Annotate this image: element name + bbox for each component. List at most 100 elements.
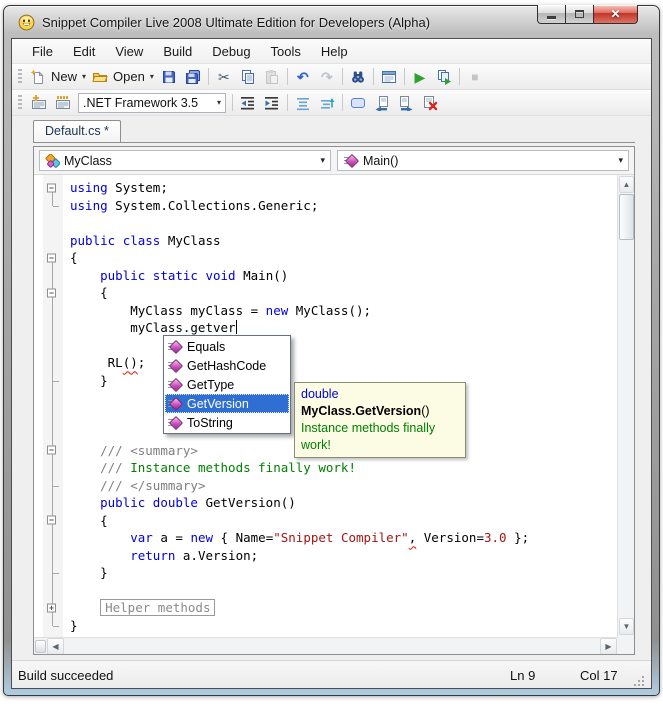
open-dropdown-icon[interactable]: ▾ bbox=[150, 72, 154, 81]
fold-marker-line bbox=[44, 319, 61, 337]
code-line[interactable]: − { bbox=[34, 511, 617, 530]
code-line[interactable]: MyClass myClass = new MyClass(); bbox=[34, 301, 617, 320]
find-button[interactable] bbox=[346, 66, 370, 88]
code-line[interactable]: + Helper methods bbox=[34, 599, 617, 617]
fold-marker-plus2[interactable]: + bbox=[44, 599, 61, 617]
redo-button[interactable]: ↷ bbox=[315, 66, 339, 88]
intellisense-item-tostring[interactable]: ToString bbox=[165, 413, 289, 432]
fold-marker-minus2[interactable]: − bbox=[44, 511, 61, 530]
run-button[interactable]: ▶ bbox=[408, 66, 432, 88]
vertical-scroll-thumb[interactable] bbox=[619, 194, 634, 240]
member-selector-combo[interactable]: Main() ▾ bbox=[337, 150, 629, 171]
code-line[interactable]: −{ bbox=[34, 249, 617, 267]
menu-tools[interactable]: Tools bbox=[261, 41, 311, 62]
code-line[interactable]: − using System; bbox=[34, 179, 617, 197]
caption-buttons: ✕ bbox=[537, 5, 638, 24]
intellisense-item-gettype[interactable]: GetType bbox=[165, 375, 289, 394]
toolbar-separator bbox=[232, 94, 233, 111]
menu-file[interactable]: File bbox=[22, 41, 63, 62]
code-line[interactable]: } bbox=[34, 616, 617, 635]
run-selection-button[interactable] bbox=[432, 66, 456, 88]
menu-edit[interactable]: Edit bbox=[63, 41, 105, 62]
insert-snippet-icon bbox=[31, 94, 47, 111]
minimize-button[interactable] bbox=[537, 5, 566, 24]
code-text: public class MyClass bbox=[70, 232, 221, 248]
code-area[interactable]: − using System; using System.Collections.G… bbox=[34, 175, 634, 654]
new-button[interactable]: New ▾ bbox=[27, 66, 89, 88]
code-line[interactable] bbox=[34, 214, 617, 232]
code-line[interactable]: using System.Collections.Generic; bbox=[34, 196, 617, 215]
code-text: RL(); bbox=[70, 355, 146, 371]
tab-strip-rule bbox=[33, 142, 635, 143]
resize-grip[interactable] bbox=[632, 674, 645, 687]
outdent-button[interactable] bbox=[236, 92, 260, 114]
paste-button[interactable] bbox=[260, 66, 284, 88]
new-dropdown-icon[interactable]: ▾ bbox=[82, 72, 86, 81]
output-window-button[interactable] bbox=[377, 66, 401, 88]
cut-button[interactable]: ✂ bbox=[212, 66, 236, 88]
menu-help[interactable]: Help bbox=[311, 41, 358, 62]
type-selector-combo[interactable]: MyClass ▾ bbox=[39, 150, 331, 171]
scroll-up-button[interactable]: ▲ bbox=[619, 176, 634, 193]
undo-button[interactable]: ↶ bbox=[291, 66, 315, 88]
menu-debug[interactable]: Debug bbox=[202, 41, 260, 62]
code-line[interactable]: public class MyClass bbox=[34, 232, 617, 250]
menu-view[interactable]: View bbox=[105, 41, 153, 62]
indent-button[interactable] bbox=[260, 92, 284, 114]
save-button[interactable] bbox=[157, 66, 181, 88]
format-selection-button[interactable] bbox=[291, 92, 315, 114]
code-line[interactable]: − { bbox=[34, 284, 617, 302]
intellisense-item-gethashcode[interactable]: GetHashCode bbox=[165, 356, 289, 375]
code-text: /// </summary> bbox=[100, 477, 206, 493]
surround-with-snippet-button[interactable] bbox=[51, 92, 75, 114]
code-line[interactable]: } bbox=[34, 564, 617, 582]
previous-document-button[interactable] bbox=[370, 92, 394, 114]
code-line[interactable]: /// Instance methods finally work! bbox=[34, 459, 617, 477]
stop-button[interactable]: ■ bbox=[463, 66, 487, 88]
code-line[interactable]: /// </summary> bbox=[34, 476, 617, 495]
code-line[interactable]: RL(); bbox=[34, 354, 617, 372]
fold-marker-tick bbox=[44, 476, 61, 495]
fold-marker-line bbox=[44, 406, 61, 425]
fold-marker-minus[interactable]: − bbox=[44, 179, 61, 197]
code-line[interactable]: var a = new { Name="Snippet Compiler", V… bbox=[34, 529, 617, 547]
close-button[interactable]: ✕ bbox=[593, 5, 638, 24]
next-document-button[interactable] bbox=[394, 92, 418, 114]
fold-marker-minus[interactable]: − bbox=[44, 249, 61, 267]
menu-build[interactable]: Build bbox=[153, 41, 202, 62]
maximize-button[interactable] bbox=[565, 5, 594, 24]
toolbar-grip[interactable] bbox=[18, 94, 22, 111]
code-line[interactable] bbox=[34, 336, 617, 355]
intellisense-item-equals[interactable]: Equals bbox=[165, 337, 289, 356]
format-document-button[interactable] bbox=[315, 92, 339, 114]
scroll-down-button[interactable]: ▼ bbox=[619, 618, 634, 635]
splitter-box[interactable] bbox=[35, 639, 46, 653]
fold-marker-minus2[interactable]: − bbox=[44, 441, 61, 460]
horizontal-scrollbar[interactable]: ◀ ▶ bbox=[34, 637, 617, 654]
scroll-right-button[interactable]: ▶ bbox=[600, 637, 617, 654]
code-line[interactable]: myClass.getver bbox=[34, 319, 617, 337]
code-line[interactable]: return a.Version; bbox=[34, 546, 617, 565]
copy-button[interactable] bbox=[236, 66, 260, 88]
tab-default-cs[interactable]: Default.cs * bbox=[33, 120, 121, 142]
delete-document-button[interactable] bbox=[418, 92, 442, 114]
title-bar[interactable]: Snippet Compiler Live 2008 Ultimate Edit… bbox=[11, 5, 652, 38]
code-text: { bbox=[70, 250, 78, 266]
scroll-left-button[interactable]: ◀ bbox=[47, 637, 64, 654]
code-line[interactable]: public static void Main() bbox=[34, 266, 617, 285]
maximize-icon bbox=[575, 10, 584, 18]
intellisense-item-getversion[interactable]: GetVersion bbox=[165, 394, 289, 413]
save-all-button[interactable] bbox=[181, 66, 205, 88]
code-line[interactable] bbox=[34, 581, 617, 600]
open-button[interactable]: Open ▾ bbox=[89, 66, 157, 88]
toolbar-grip[interactable] bbox=[18, 68, 22, 85]
framework-selector[interactable]: .NET Framework 3.5 ▾ bbox=[78, 92, 226, 113]
code-text: return a.Version; bbox=[130, 547, 259, 563]
code-text: myClass.getver bbox=[70, 320, 238, 336]
vertical-scrollbar[interactable]: ▲ ▼ bbox=[617, 175, 634, 637]
code-line[interactable]: public double GetVersion() bbox=[34, 494, 617, 512]
comment-box-button[interactable] bbox=[346, 92, 370, 114]
fold-marker-minus2[interactable]: − bbox=[44, 284, 61, 302]
insert-snippet-button[interactable] bbox=[27, 92, 51, 114]
intellisense-label: Equals bbox=[187, 339, 226, 354]
